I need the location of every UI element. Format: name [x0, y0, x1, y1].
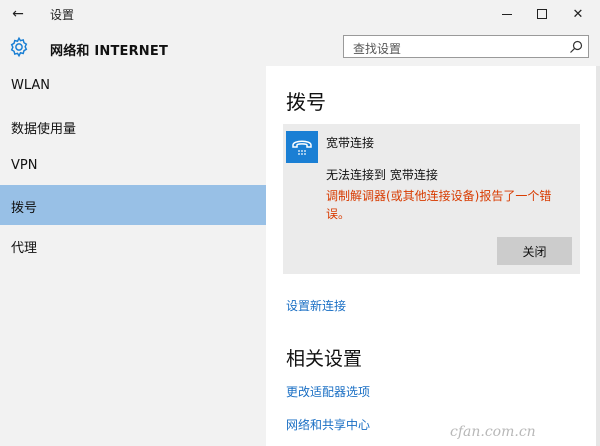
sidebar-item-label: 数据使用量	[11, 122, 77, 137]
phone-icon	[286, 131, 318, 163]
minimize-button[interactable]	[491, 0, 523, 28]
setup-new-connection-link[interactable]: 设置新连接	[286, 297, 346, 314]
maximize-button[interactable]	[526, 0, 558, 28]
search-icon[interactable]	[568, 39, 584, 55]
search-placeholder: 查找设置	[353, 42, 402, 56]
minimize-icon	[502, 13, 512, 15]
connection-card[interactable]: 宽带连接 无法连接到 宽带连接 调制解调器(或其他连接设备)报告了一个错误。 关…	[283, 124, 580, 274]
sidebar-item-wlan[interactable]: WLAN	[0, 66, 266, 106]
section-heading-dialup: 拨号	[286, 90, 326, 114]
change-adapter-options-link[interactable]: 更改适配器选项	[286, 383, 370, 400]
maximize-icon	[537, 9, 547, 19]
sidebar-item-dialup[interactable]: 拨号	[0, 185, 266, 225]
close-button[interactable]: 关闭	[497, 237, 572, 265]
close-window-button[interactable]: ✕	[562, 0, 594, 28]
scrollbar[interactable]	[596, 66, 600, 446]
connection-name: 宽带连接	[326, 136, 375, 150]
phone-icon	[292, 140, 312, 155]
sidebar-item-vpn[interactable]: VPN	[0, 146, 266, 186]
sidebar: WLAN 数据使用量 VPN 拨号 代理	[0, 66, 266, 446]
sidebar-item-label: 拨号	[11, 201, 38, 216]
search-input[interactable]: 查找设置	[343, 35, 589, 58]
sidebar-item-proxy[interactable]: 代理	[0, 225, 266, 265]
connection-status: 无法连接到 宽带连接	[326, 168, 438, 182]
connection-error: 调制解调器(或其他连接设备)报告了一个错误。	[326, 189, 552, 221]
main-content: 拨号 宽带连接 无法连接到 宽带连接 调制解调器(或其他连接设备)报告了一个错误…	[266, 66, 600, 446]
sidebar-item-data-usage[interactable]: 数据使用量	[0, 106, 266, 146]
window-title: 设置	[50, 8, 75, 22]
title-bar: ← 设置 ✕	[0, 0, 600, 28]
close-icon: ✕	[572, 6, 584, 22]
back-arrow-icon[interactable]: ←	[8, 4, 28, 24]
network-sharing-center-link[interactable]: 网络和共享中心	[286, 416, 370, 433]
gear-icon	[10, 36, 28, 58]
related-settings-heading: 相关设置	[286, 348, 363, 370]
sidebar-item-label: 代理	[11, 241, 38, 256]
sidebar-item-label: WLAN	[11, 78, 51, 93]
page-header: 网络和 INTERNET 查找设置	[0, 28, 600, 66]
watermark: cfan.com.cn	[450, 424, 536, 440]
page-title: 网络和 INTERNET	[50, 44, 169, 59]
sidebar-item-label: VPN	[11, 158, 38, 173]
